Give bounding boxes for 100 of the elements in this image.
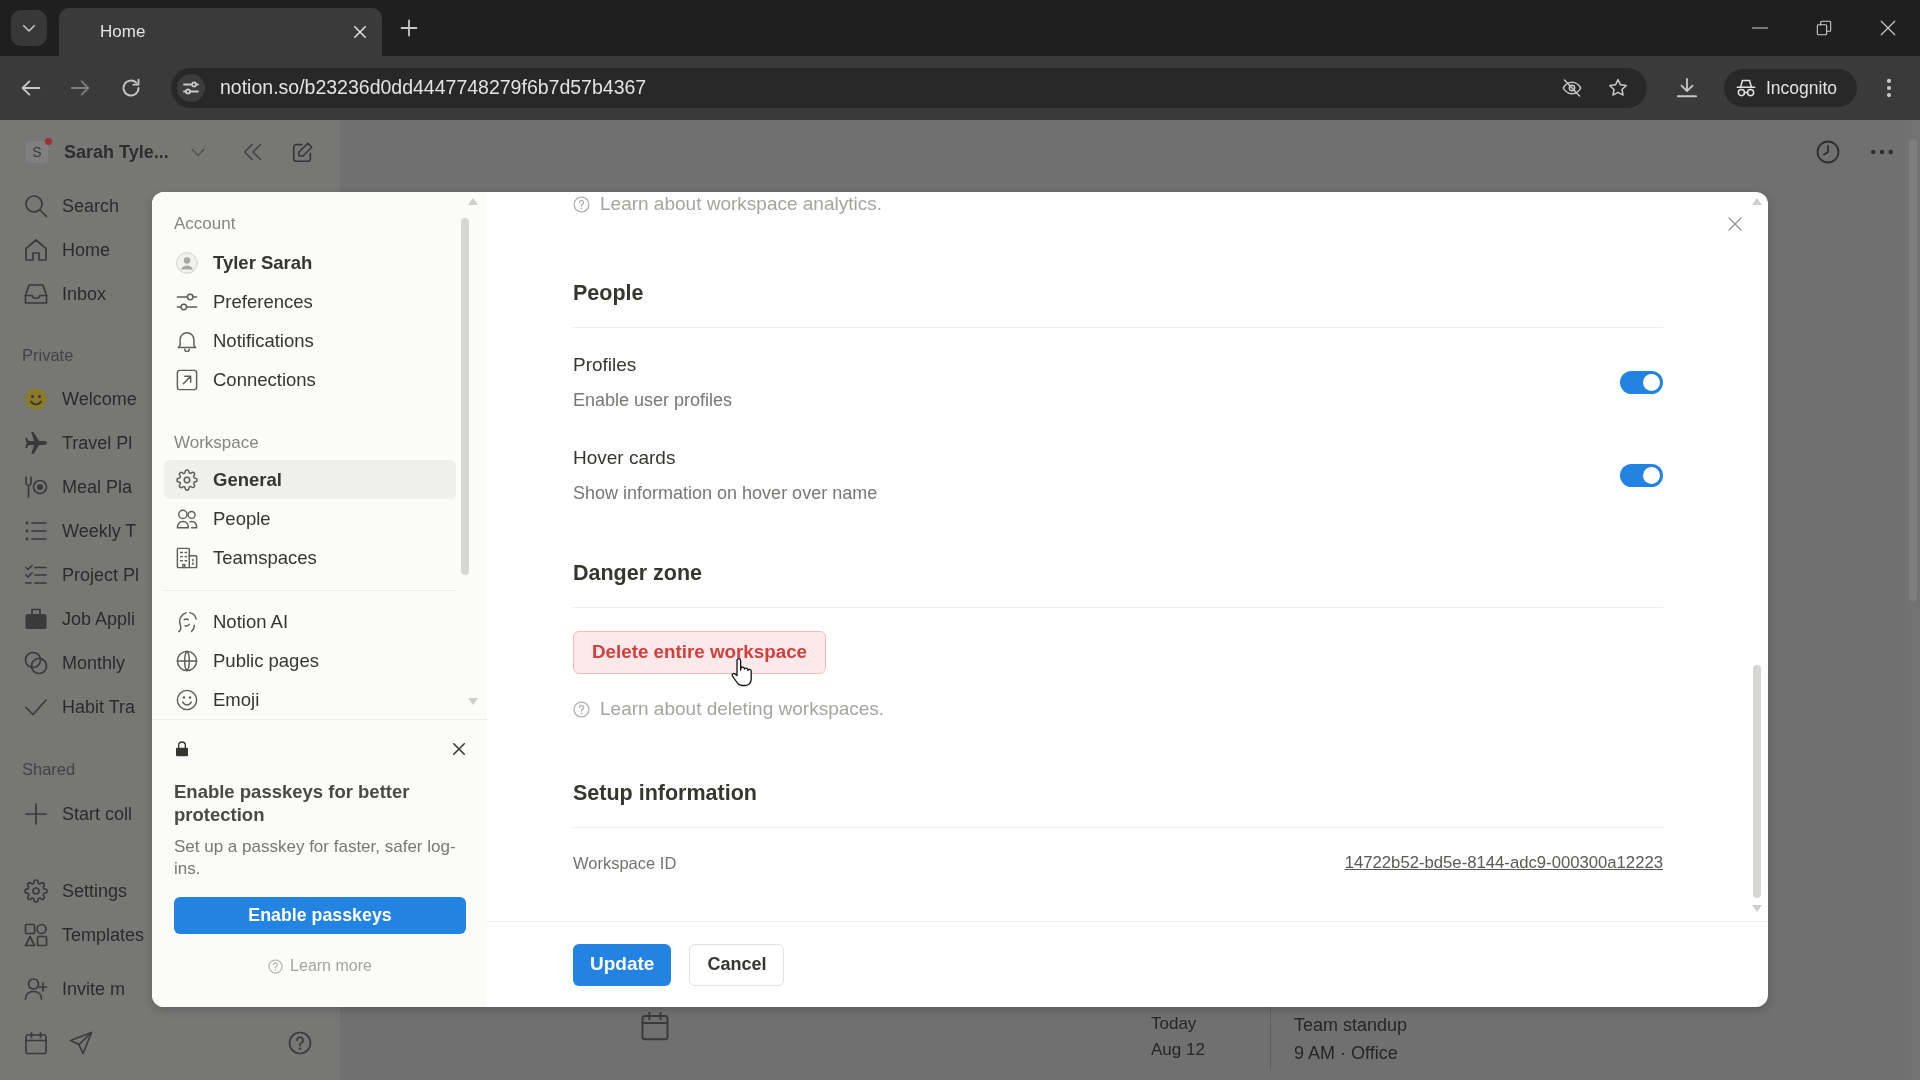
- plus-icon: [24, 802, 48, 826]
- calendar-icon[interactable]: [24, 1031, 48, 1055]
- settings-nav-item[interactable]: Notifications: [164, 321, 456, 360]
- section-heading: Account: [174, 214, 236, 233]
- delete-workspace-button[interactable]: Delete entire workspace: [573, 630, 827, 674]
- overlapping-circles-icon: [24, 651, 48, 675]
- learn-more-link[interactable]: Learn more: [268, 954, 372, 978]
- section-heading: Danger zone: [573, 560, 703, 585]
- passkey-title: Enable passkeys for better protection: [174, 780, 411, 826]
- double-chevron-left-icon[interactable]: [243, 142, 263, 162]
- bell-icon: [176, 329, 198, 352]
- emoji-icon: [24, 387, 48, 411]
- forward-arrow-icon[interactable]: [70, 78, 90, 98]
- reload-icon[interactable]: [121, 78, 141, 98]
- section-heading: Setup information: [573, 781, 757, 805]
- sidebar-item[interactable]: Project Pl: [0, 553, 140, 597]
- settings-nav-item[interactable]: Connections: [164, 360, 456, 399]
- eye-slash-icon[interactable]: [1562, 78, 1582, 98]
- event-title: Team standup: [1294, 1014, 1408, 1037]
- settings-nav-item[interactable]: Tyler Sarah: [164, 243, 456, 282]
- cancel-button[interactable]: Cancel: [689, 943, 785, 986]
- sidebar-item[interactable]: Monthly: [0, 641, 126, 685]
- settings-nav-item[interactable]: Notion AI: [164, 602, 456, 641]
- close-icon[interactable]: [452, 742, 466, 756]
- people-icon: [176, 507, 198, 530]
- settings-nav-item[interactable]: Teamspaces: [164, 538, 456, 577]
- event-detail: 9 AM · Office: [1294, 1042, 1398, 1065]
- setting-description: Show information on hover over name: [573, 481, 878, 505]
- smiley-icon: [176, 688, 198, 711]
- search-icon: [24, 194, 48, 218]
- help-link[interactable]: Learn about workspace analytics.: [573, 192, 882, 216]
- settings-nav-item[interactable]: Emoji: [164, 680, 456, 719]
- sliders-icon[interactable]: [177, 74, 205, 102]
- sidebar-item[interactable]: Weekly T: [0, 509, 137, 553]
- settings-nav-item[interactable]: People: [164, 499, 456, 538]
- section-heading: People: [573, 280, 644, 305]
- sidebar-item[interactable]: Templates: [0, 913, 145, 957]
- workspace-name[interactable]: Sarah Tyle...: [64, 138, 178, 166]
- setting-label: Hover cards: [573, 445, 676, 470]
- plus-icon[interactable]: [400, 19, 418, 37]
- browser-tab[interactable]: Home: [59, 8, 382, 56]
- lock-icon: [174, 741, 190, 757]
- sidebar-item[interactable]: Welcome: [0, 377, 137, 421]
- arrow-square-icon: [176, 368, 198, 391]
- incognito-button[interactable]: Incognito: [1724, 69, 1857, 107]
- enable-passkeys-button[interactable]: Enable passkeys: [174, 897, 466, 934]
- list-icon: [24, 519, 48, 543]
- event-date: Aug 12: [1151, 1039, 1205, 1061]
- incognito-icon: [1736, 78, 1756, 98]
- download-icon[interactable]: [1676, 77, 1698, 99]
- gear-icon: [176, 468, 198, 491]
- help-icon: [573, 701, 590, 718]
- briefcase-icon: [24, 607, 48, 631]
- shapes-icon: [24, 923, 48, 947]
- sidebar-item[interactable]: Travel Pl: [0, 421, 133, 465]
- restore-icon[interactable]: [1816, 20, 1832, 36]
- settings-nav-item[interactable]: General: [164, 460, 456, 499]
- building-icon: [176, 546, 198, 569]
- scroll-down-icon: [468, 698, 478, 705]
- scrollbar-thumb[interactable]: [1753, 665, 1761, 898]
- sidebar-item[interactable]: Inbox: [0, 272, 107, 316]
- globe-icon: [176, 649, 198, 672]
- clock-icon[interactable]: [1816, 140, 1840, 164]
- scrollbar-thumb[interactable]: [461, 218, 469, 575]
- send-icon[interactable]: [69, 1031, 93, 1055]
- notification-dot-icon: [45, 138, 52, 145]
- airplane-icon: [24, 431, 48, 455]
- toggle-switch[interactable]: [1620, 370, 1663, 394]
- sidebar-item[interactable]: Search: [0, 184, 120, 228]
- workspace-avatar[interactable]: S: [26, 141, 48, 163]
- scroll-down-icon: [1752, 905, 1762, 912]
- star-icon[interactable]: [1608, 78, 1628, 98]
- tab-list-button[interactable]: [11, 10, 47, 46]
- help-icon: [268, 958, 284, 974]
- back-arrow-icon[interactable]: [21, 78, 41, 98]
- event-day: Today: [1151, 1011, 1197, 1037]
- help-link[interactable]: Learn about deleting workspaces.: [573, 697, 885, 722]
- gear-icon: [24, 879, 48, 903]
- sidebar-item[interactable]: Start coll: [0, 792, 133, 836]
- calendar-icon: [640, 1011, 670, 1041]
- settings-nav-item[interactable]: Preferences: [164, 282, 456, 321]
- toggle-switch[interactable]: [1620, 463, 1663, 487]
- inbox-icon: [24, 282, 48, 306]
- sidebar-item[interactable]: Home: [0, 228, 110, 272]
- sidebar-item[interactable]: Habit Tra: [0, 685, 136, 729]
- sidebar-item[interactable]: Invite m: [0, 967, 126, 1011]
- scroll-up-icon: [1752, 198, 1762, 205]
- sidebar-item[interactable]: Job Appli: [0, 597, 136, 641]
- sidebar-item[interactable]: Meal Pla: [0, 465, 133, 509]
- address-bar[interactable]: notion.so/b23236d0dd4447748279f6b7d57b4367: [171, 68, 1647, 108]
- help-icon[interactable]: [288, 1031, 312, 1055]
- workspace-id-link[interactable]: 14722b52-bd5e-8144-adc9-000300a12223: [1344, 850, 1663, 876]
- add-person-icon: [24, 977, 48, 1001]
- field-label: Workspace ID: [573, 852, 677, 874]
- sidebar-item[interactable]: Settings: [0, 869, 128, 913]
- section-heading: Workspace: [174, 433, 259, 452]
- avatar-icon: [176, 251, 198, 274]
- edit-icon[interactable]: [292, 141, 313, 163]
- update-button[interactable]: Update: [573, 943, 672, 986]
- settings-nav-item[interactable]: Public pages: [164, 641, 456, 680]
